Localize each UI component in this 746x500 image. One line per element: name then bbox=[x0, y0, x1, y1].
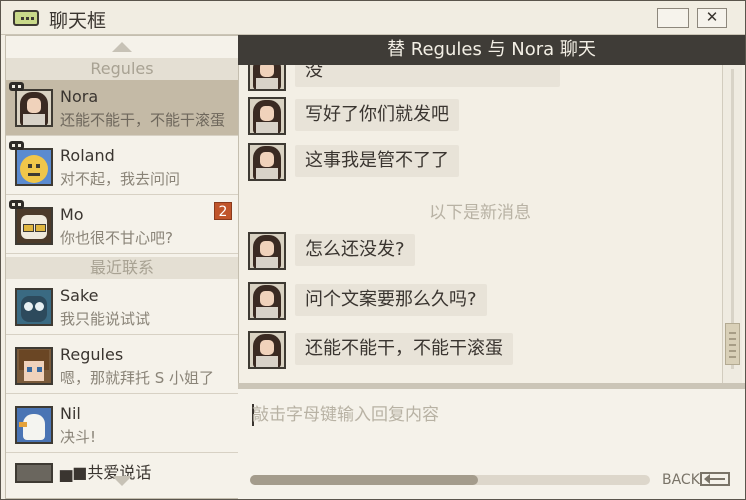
window-title: 聊天框 bbox=[49, 10, 107, 32]
message-bubble: 怎么还没发? bbox=[295, 234, 415, 266]
message-row: 怎么还没发? bbox=[238, 232, 722, 272]
section-header-regules: Regules bbox=[6, 58, 238, 80]
scroll-down-arrow-icon[interactable] bbox=[112, 476, 132, 486]
reply-input[interactable] bbox=[250, 399, 734, 431]
contact-item-nora[interactable]: Nora 还能不能干，不能干滚蛋 bbox=[6, 80, 238, 136]
contact-name: Mo bbox=[60, 205, 84, 224]
contact-item-mo[interactable]: Mo 你也很不甘心吧? 2 bbox=[6, 198, 238, 254]
message-row: 写好了你们就发吧 bbox=[238, 97, 722, 137]
girl-avatar-icon bbox=[248, 97, 286, 135]
contact-preview: 还能不能干，不能干滚蛋 bbox=[60, 111, 226, 129]
new-messages-divider: 以下是新消息 bbox=[429, 203, 531, 223]
close-button[interactable]: ✕ bbox=[697, 8, 727, 28]
contact-preview: 你也很不甘心吧? bbox=[60, 229, 173, 247]
contact-preview: 我只能说试试 bbox=[60, 310, 151, 328]
message-bubble: 这事我是管不了了 bbox=[295, 145, 459, 177]
owl-avatar-icon bbox=[15, 288, 53, 326]
maximize-button[interactable] bbox=[657, 8, 689, 28]
contact-name: Regules bbox=[60, 345, 124, 364]
title-bar: 聊天框 ✕ bbox=[1, 1, 745, 35]
contact-item-nil[interactable]: Nil 决斗! bbox=[6, 397, 238, 453]
contact-name: Nora bbox=[60, 87, 99, 106]
scroll-up-arrow-icon[interactable] bbox=[112, 42, 132, 52]
contact-name: Nil bbox=[60, 404, 81, 423]
message-row: 问个文案要那么久吗? bbox=[238, 282, 722, 322]
girl-avatar-icon bbox=[248, 65, 286, 91]
girl-avatar-icon bbox=[248, 331, 286, 369]
message-scrollbar[interactable] bbox=[722, 65, 742, 383]
contact-name: Roland bbox=[60, 146, 115, 165]
chat-header: 替 Regules 与 Nora 聊天 bbox=[238, 35, 745, 65]
message-bubble: 还能不能干，不能干滚蛋 bbox=[295, 333, 513, 365]
chat-bubble-icon bbox=[13, 10, 39, 26]
contact-sidebar[interactable]: Regules Nora 还能不能干，不能干滚蛋 Roland 对不起，我去问问… bbox=[5, 35, 239, 499]
girl-avatar-icon bbox=[15, 89, 53, 127]
partial-avatar-icon bbox=[15, 463, 53, 483]
section-header-recent: 最近联系 bbox=[6, 257, 238, 279]
boy-avatar-icon bbox=[15, 347, 53, 385]
back-label: BACK bbox=[662, 472, 700, 488]
message-row: 没 bbox=[238, 65, 722, 93]
contact-name: Sake bbox=[60, 286, 99, 305]
mask-icon bbox=[9, 141, 24, 150]
contact-item-roland[interactable]: Roland 对不起，我去问问 bbox=[6, 139, 238, 195]
contact-item-sake[interactable]: Sake 我只能说试试 bbox=[6, 279, 238, 335]
message-bubble: 问个文案要那么久吗? bbox=[295, 284, 487, 316]
girl-avatar-icon bbox=[248, 282, 286, 320]
message-bubble: 写好了你们就发吧 bbox=[295, 99, 459, 131]
girl-avatar-icon bbox=[248, 143, 286, 181]
contact-item-regules[interactable]: Regules 嗯，那就拜托 S 小姐了 bbox=[6, 338, 238, 394]
contact-name: ▅■共爱说话 bbox=[60, 463, 152, 482]
message-row: 这事我是管不了了 bbox=[238, 143, 722, 183]
reply-progress-bar bbox=[250, 475, 650, 485]
back-button[interactable]: BACK bbox=[662, 469, 732, 491]
contact-preview: 决斗! bbox=[60, 428, 97, 446]
scrollbar-thumb[interactable] bbox=[725, 323, 740, 365]
mask-icon bbox=[9, 200, 24, 209]
unread-badge: 2 bbox=[214, 202, 232, 220]
message-row: 还能不能干，不能干滚蛋 bbox=[238, 331, 722, 371]
smiley-avatar-icon bbox=[15, 148, 53, 186]
bird-avatar-icon bbox=[15, 406, 53, 444]
girl-avatar-icon bbox=[248, 232, 286, 270]
chat-window: 聊天框 ✕ Regules Nora 还能不能干，不能干滚蛋 Roland 对不… bbox=[0, 0, 746, 500]
reply-area: BACK bbox=[238, 389, 745, 499]
reply-progress-fill bbox=[250, 475, 478, 485]
back-arrow-icon bbox=[700, 472, 730, 486]
mask-icon bbox=[9, 82, 24, 91]
contact-preview: 嗯，那就拜托 S 小姐了 bbox=[60, 369, 215, 387]
message-bubble: 没 bbox=[295, 65, 560, 87]
message-list[interactable]: 没 写好了你们就发吧 这事我是管不了了 以下是新消息 怎么还没发? 问个文案要那… bbox=[238, 65, 722, 383]
sunglasses-avatar-icon bbox=[15, 207, 53, 245]
contact-preview: 对不起，我去问问 bbox=[60, 170, 181, 188]
